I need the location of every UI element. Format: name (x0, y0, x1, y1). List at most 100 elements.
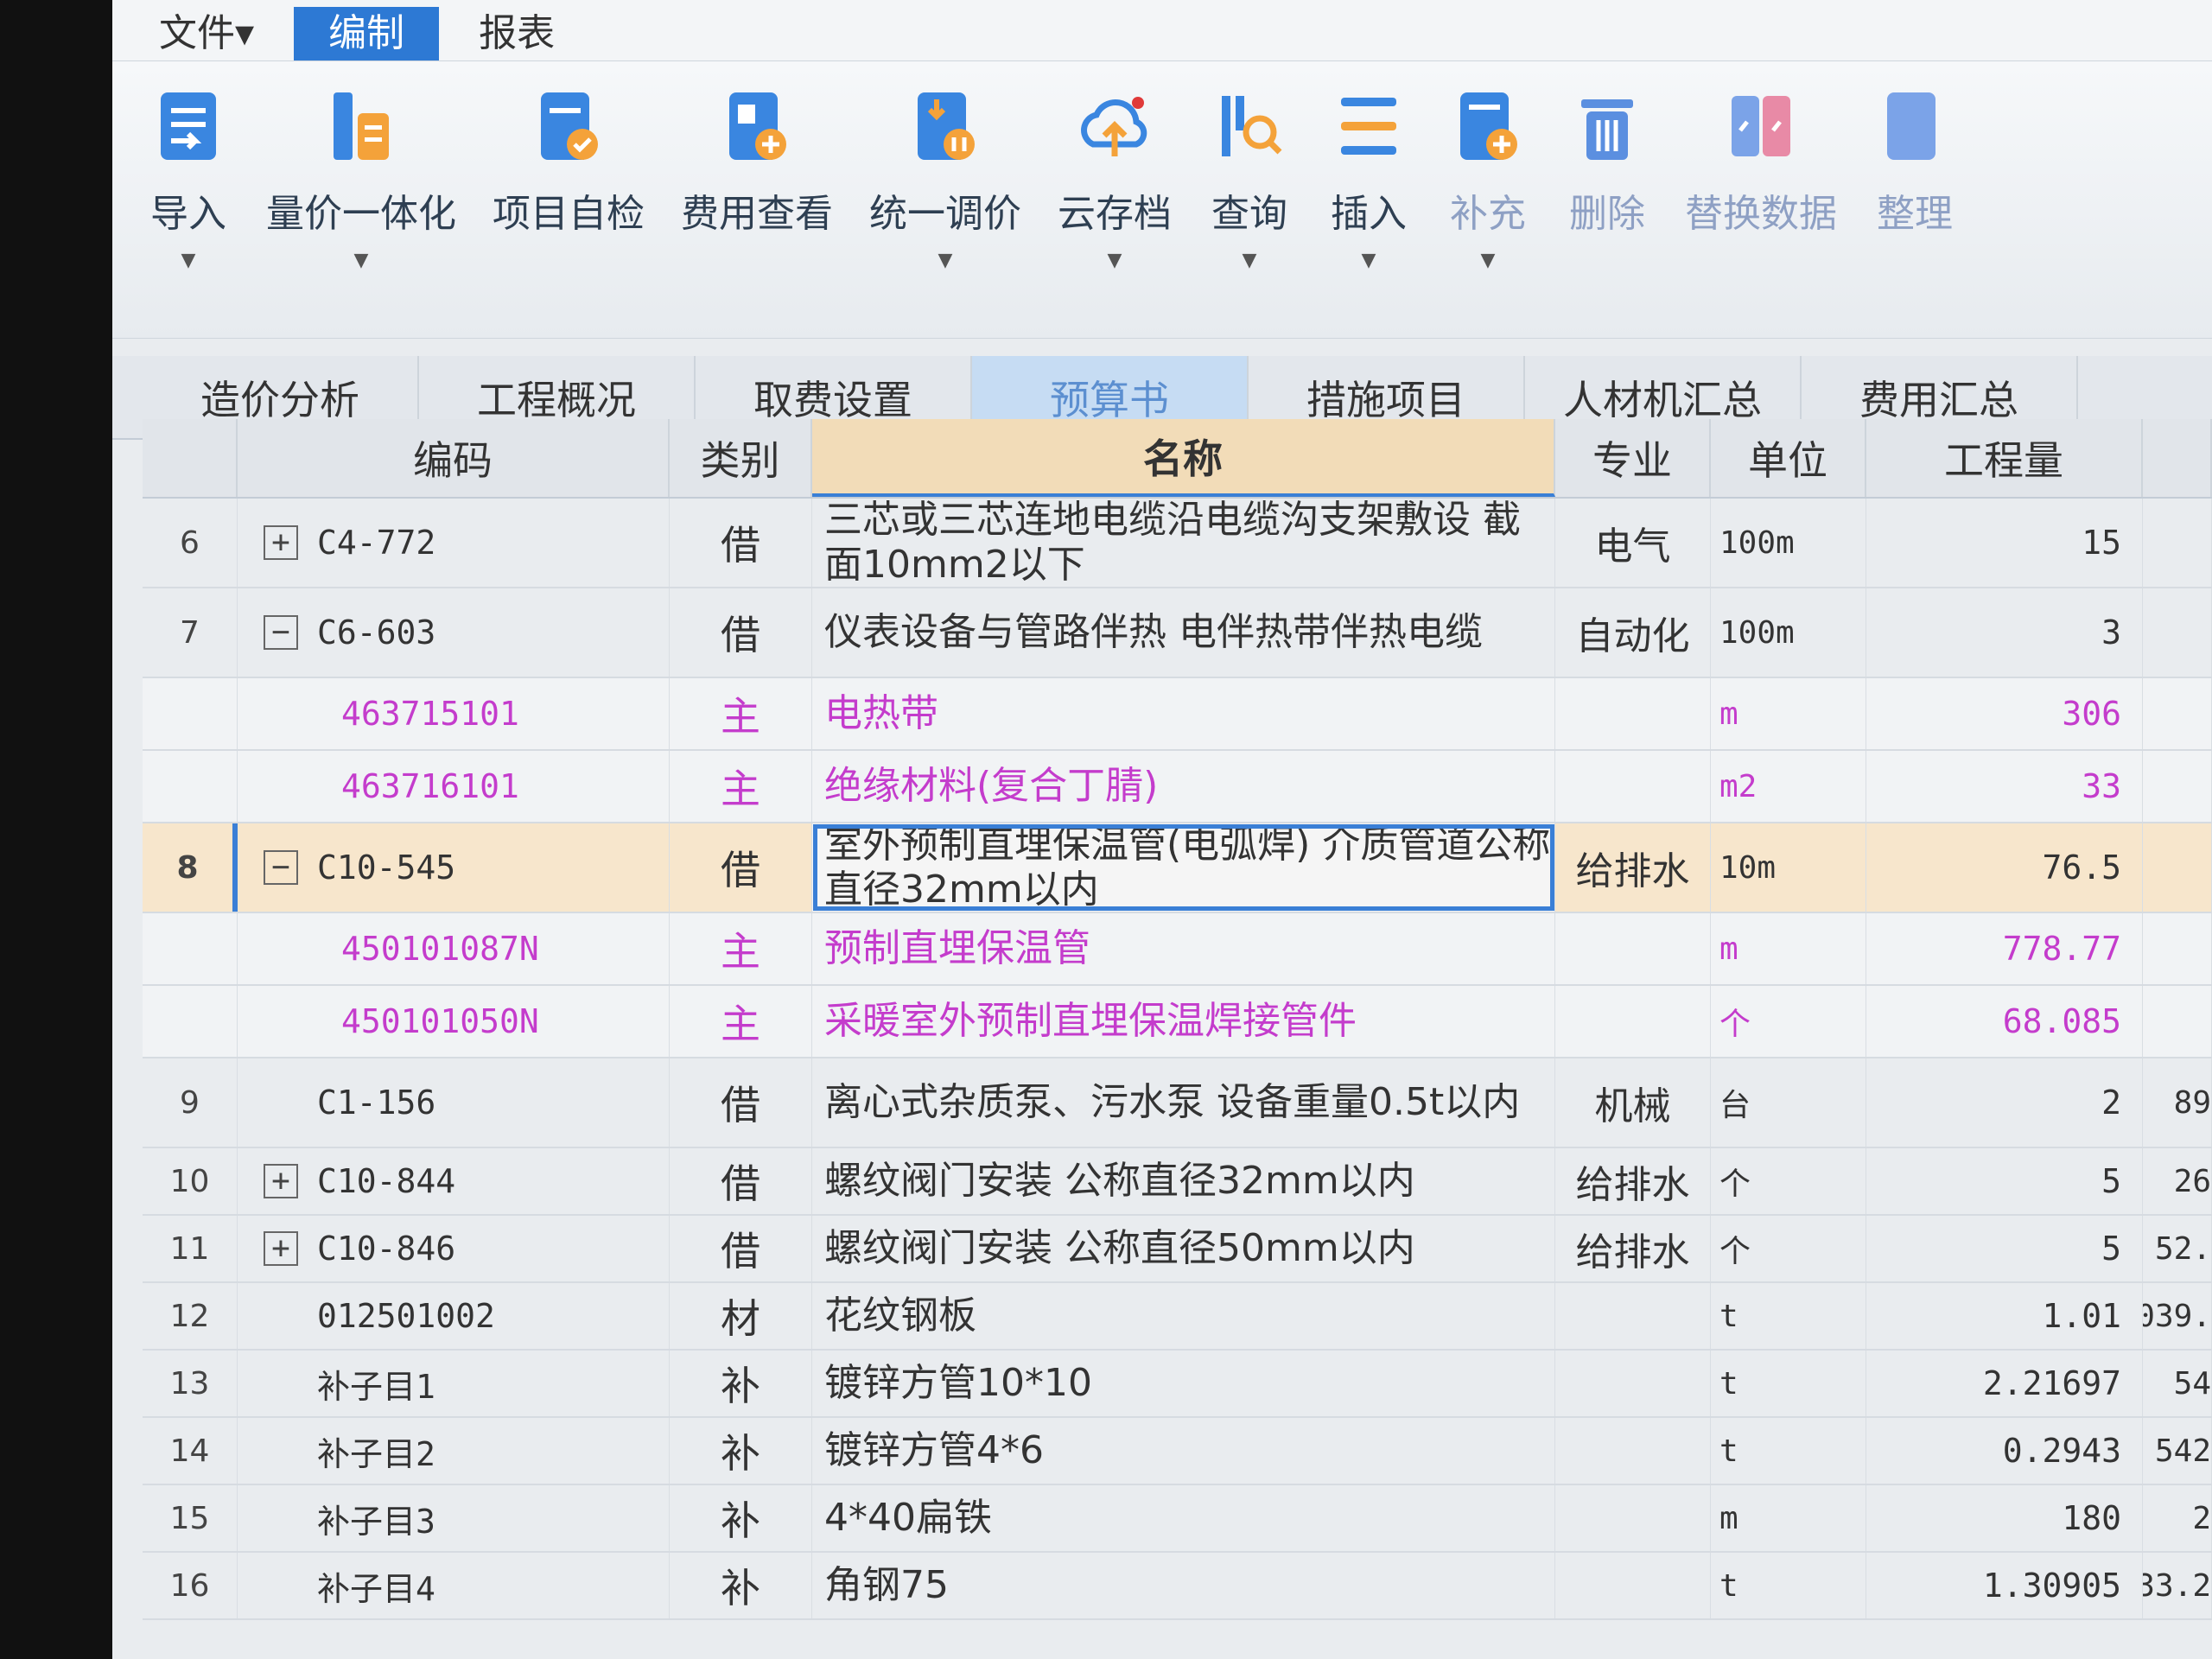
quantity-price-button[interactable]: 量价一体化 ▼ (266, 79, 456, 271)
import-button[interactable]: 导入 ▼ (147, 79, 230, 271)
extra-cell[interactable]: 2 (2143, 1485, 2212, 1551)
extra-cell[interactable]: 3039. (2143, 1283, 2212, 1349)
table-row[interactable]: 10 + C10-844 借 螺纹阀门安装 公称直径32mm以内 给排水个 5 26 (143, 1148, 2212, 1216)
name-cell[interactable]: 4*40扁铁 (812, 1485, 1555, 1551)
type-cell[interactable]: 主 (670, 913, 812, 984)
replace-data-button[interactable]: 替换数据 (1685, 79, 1837, 270)
table-row[interactable]: 15 补子目3 补 4*40扁铁 m 180 2 (143, 1485, 2212, 1553)
code-cell[interactable]: 补子目4 (238, 1553, 670, 1618)
unit-cell[interactable]: 个 (1711, 986, 1866, 1057)
code-cell[interactable]: + C10-844 (238, 1148, 670, 1214)
unit-cell[interactable]: t (1711, 1283, 1866, 1349)
table-row[interactable]: 450101087N 主 预制直埋保温管 m 778.77 (143, 913, 2212, 986)
quantity-cell[interactable]: 76.5 (1866, 823, 2143, 912)
table-row[interactable]: 6 + C4-772 借 三芯或三芯连地电缆沿电缆沟支架敷设 截面10mm2以下 电气 10… (143, 499, 2212, 588)
code-cell[interactable]: C1-156 (238, 1058, 670, 1147)
major-cell[interactable] (1555, 678, 1711, 749)
major-cell[interactable] (1555, 1553, 1711, 1618)
code-cell[interactable]: 补子目2 (238, 1418, 670, 1484)
extra-cell[interactable]: 52. (2143, 1216, 2212, 1281)
row-number-cell[interactable]: 6 (143, 499, 238, 587)
cost-view-button[interactable]: 费用查看 (681, 79, 833, 270)
expand-icon[interactable]: + (264, 1164, 298, 1198)
code-cell[interactable]: − C10-545 (238, 823, 670, 912)
menu-report[interactable]: 报表 (444, 7, 589, 60)
name-cell[interactable]: 螺纹阀门安装 公称直径50mm以内 (812, 1216, 1555, 1281)
name-cell[interactable]: 室外预制直埋保温管(电弧焊) 介质管道公称直径32mm以内 (812, 823, 1555, 912)
extra-cell[interactable] (2143, 823, 2212, 912)
major-cell[interactable]: 机械 (1555, 1058, 1711, 1147)
unit-cell[interactable]: m2 (1711, 751, 1866, 822)
extra-cell[interactable] (2143, 499, 2212, 587)
unit-cell[interactable]: t (1711, 1553, 1866, 1618)
row-number-cell[interactable]: 13 (143, 1351, 238, 1416)
insert-button[interactable]: 插入 ▼ (1327, 79, 1410, 271)
row-number-cell[interactable]: 14 (143, 1418, 238, 1484)
type-cell[interactable]: 主 (670, 986, 812, 1057)
major-cell[interactable]: 电气 (1555, 499, 1711, 587)
type-cell[interactable]: 借 (670, 823, 812, 912)
header-name[interactable]: 名称 (812, 419, 1555, 497)
table-row[interactable]: 12 012501002 材 花纹钢板 t 1.01 3039. (143, 1283, 2212, 1351)
type-cell[interactable]: 材 (670, 1283, 812, 1349)
code-cell[interactable]: 450101050N (238, 986, 670, 1057)
type-cell[interactable]: 借 (670, 499, 812, 587)
name-cell[interactable]: 花纹钢板 (812, 1283, 1555, 1349)
type-cell[interactable]: 主 (670, 751, 812, 822)
major-cell[interactable]: 给排水 (1555, 1216, 1711, 1281)
menu-edit[interactable]: 编制 (294, 7, 440, 60)
row-number-cell[interactable]: 12 (143, 1283, 238, 1349)
expand-icon[interactable]: + (264, 525, 298, 560)
cloud-archive-button[interactable]: 云存档 ▼ (1058, 79, 1172, 271)
table-row[interactable]: 463715101 主 电热带 m 306 (143, 678, 2212, 751)
major-cell[interactable] (1555, 913, 1711, 984)
type-cell[interactable]: 借 (670, 588, 812, 677)
delete-button[interactable]: 删除 (1566, 79, 1649, 270)
price-adjust-button[interactable]: 统一调价 ▼ (869, 79, 1021, 271)
name-cell[interactable]: 三芯或三芯连地电缆沿电缆沟支架敷设 截面10mm2以下 (812, 499, 1555, 587)
row-number-cell[interactable] (143, 678, 238, 749)
header-quantity[interactable]: 工程量 (1866, 419, 2143, 497)
unit-cell[interactable]: m (1711, 678, 1866, 749)
name-cell[interactable]: 螺纹阀门安装 公称直径32mm以内 (812, 1148, 1555, 1214)
extra-cell[interactable] (2143, 751, 2212, 822)
unit-cell[interactable]: t (1711, 1418, 1866, 1484)
major-cell[interactable] (1555, 751, 1711, 822)
quantity-cell[interactable]: 306 (1866, 678, 2143, 749)
table-row[interactable]: 11 + C10-846 借 螺纹阀门安装 公称直径50mm以内 给排水个 5 52. (143, 1216, 2212, 1283)
menu-file[interactable]: 文件▾ (124, 7, 289, 60)
row-number-cell[interactable]: 15 (143, 1485, 238, 1551)
unit-cell[interactable]: 10m (1711, 823, 1866, 912)
quantity-cell[interactable]: 2 (1866, 1058, 2143, 1147)
table-row[interactable]: 13 补子目1 补 镀锌方管10*10 t 2.21697 54 (143, 1351, 2212, 1418)
table-row[interactable]: 16 补子目4 补 角钢75 t 1.30905 3633.2 (143, 1553, 2212, 1620)
code-cell[interactable]: + C10-846 (238, 1216, 670, 1281)
quantity-cell[interactable]: 180 (1866, 1485, 2143, 1551)
extra-cell[interactable]: 89 (2143, 1058, 2212, 1147)
major-cell[interactable]: 给排水 (1555, 1148, 1711, 1214)
unit-cell[interactable]: 100m (1711, 588, 1866, 677)
name-cell[interactable]: 角钢75 (812, 1553, 1555, 1618)
type-cell[interactable]: 主 (670, 678, 812, 749)
code-cell[interactable]: 450101087N (238, 913, 670, 984)
collapse-icon[interactable]: − (264, 850, 298, 885)
unit-cell[interactable]: m (1711, 1485, 1866, 1551)
unit-cell[interactable]: 台 (1711, 1058, 1866, 1147)
quantity-cell[interactable]: 68.085 (1866, 986, 2143, 1057)
collapse-icon[interactable]: − (264, 615, 298, 650)
quantity-cell[interactable]: 5 (1866, 1216, 2143, 1281)
table-row[interactable]: 9 C1-156 借 离心式杂质泵、污水泵 设备重量0.5t以内 机械 台 2 89 (143, 1058, 2212, 1148)
code-cell[interactable]: 463715101 (238, 678, 670, 749)
header-code[interactable]: 编码 (238, 419, 670, 497)
row-number-cell[interactable]: 8 (143, 823, 238, 912)
table-row[interactable]: 8 − C10-545 借 室外预制直埋保温管(电弧焊) 介质管道公称直径32mm以内给… (143, 823, 2212, 913)
quantity-cell[interactable]: 1.01 (1866, 1283, 2143, 1349)
major-cell[interactable] (1555, 1418, 1711, 1484)
code-cell[interactable]: 补子目1 (238, 1351, 670, 1416)
type-cell[interactable]: 补 (670, 1553, 812, 1618)
row-number-cell[interactable] (143, 986, 238, 1057)
quantity-cell[interactable]: 15 (1866, 499, 2143, 587)
extra-cell[interactable]: 3633.2 (2143, 1553, 2212, 1618)
table-row[interactable]: 463716101 主 绝缘材料(复合丁腈) m2 33 (143, 751, 2212, 823)
type-cell[interactable]: 补 (670, 1485, 812, 1551)
